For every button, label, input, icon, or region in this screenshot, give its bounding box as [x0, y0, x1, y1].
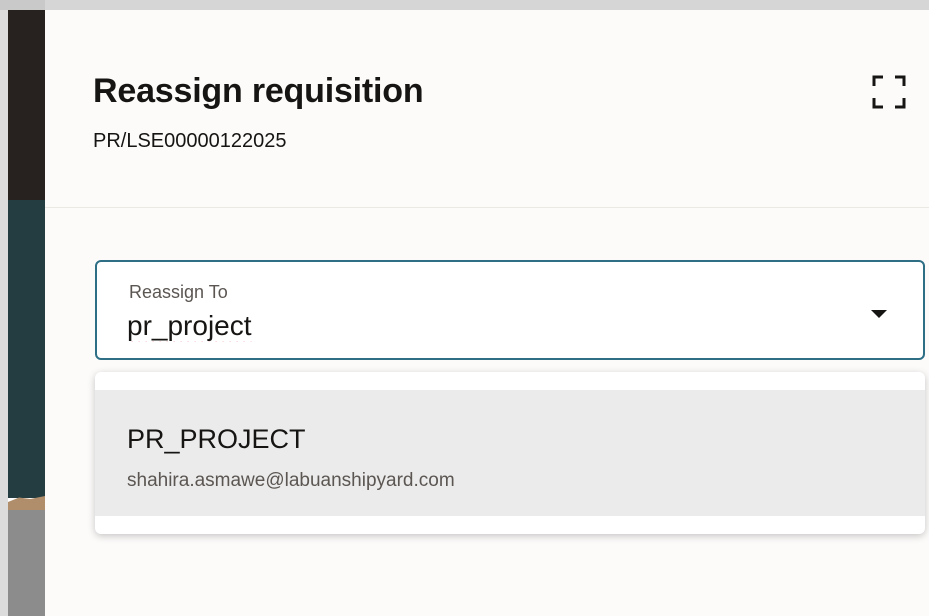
drawer-title: Reassign requisition — [93, 72, 424, 110]
drawer-header: Reassign requisition PR/LSE00000122025 — [45, 10, 929, 208]
suggestion-name: PR_PROJECT — [127, 424, 306, 454]
requisition-number: PR/LSE00000122025 — [93, 130, 287, 152]
reassign-to-field[interactable]: Reassign To — [95, 260, 925, 360]
reassign-to-input[interactable] — [127, 306, 827, 346]
reassign-drawer: Reassign requisition PR/LSE00000122025 R… — [45, 0, 929, 616]
caret-down-icon — [871, 310, 887, 318]
suggestion-email: shahira.asmawe@labuanshipyard.com — [127, 470, 455, 491]
drawer-top-bar — [45, 0, 929, 10]
suggestion-listbox: PR_PROJECT shahira.asmawe@labuanshipyard… — [95, 372, 925, 534]
expand-button[interactable] — [867, 70, 911, 114]
expand-icon — [872, 75, 906, 109]
background-page — [0, 0, 45, 616]
suggestion-option[interactable]: PR_PROJECT shahira.asmawe@labuanshipyard… — [95, 390, 925, 516]
reassign-to-dropdown-button[interactable] — [861, 296, 897, 332]
reassign-to-label: Reassign To — [129, 282, 228, 302]
